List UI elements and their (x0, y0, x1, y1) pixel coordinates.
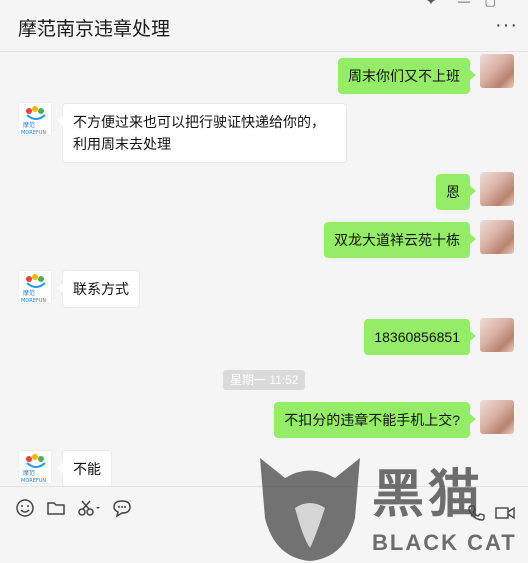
self-avatar[interactable] (480, 54, 514, 88)
message-bubble[interactable]: 双龙大道祥云苑十栋 (324, 222, 476, 258)
message-bubble[interactable]: 联系方式 (57, 270, 140, 308)
emoji-icon[interactable] (14, 497, 36, 519)
message-bubble[interactable]: 不扣分的违章不能手机上交? (274, 402, 476, 438)
video-icon[interactable] (494, 503, 516, 523)
minimize-icon[interactable]: — (458, 0, 470, 8)
scissors-icon[interactable] (76, 497, 104, 519)
self-avatar[interactable] (480, 172, 514, 206)
chat-header: 摩范南京违章处理 ✦ — ▢ ··· (0, 0, 528, 52)
svg-text:摩范: 摩范 (23, 469, 35, 477)
svg-text:MOREFUN: MOREFUN (21, 130, 46, 136)
svg-text:摩范: 摩范 (23, 121, 35, 129)
message-bubble[interactable]: 18360856851 (364, 319, 476, 355)
watermark-english: BLACK CAT (372, 530, 517, 555)
pin-icon[interactable]: ✦ (426, 0, 436, 8)
more-options-button[interactable]: ··· (495, 14, 518, 37)
maximize-icon[interactable]: ▢ (485, 0, 496, 8)
folder-icon[interactable] (45, 497, 67, 519)
message-bubble[interactable]: 不方便过来也可以把行驶证快递给你的，利用周末去处理 (57, 103, 347, 163)
svg-text:MOREFUN: MOREFUN (21, 478, 46, 484)
morefun-logo-icon: 摩范 MOREFUN (19, 103, 51, 136)
message-bubble[interactable]: 不能 (57, 450, 112, 486)
message-bubble[interactable]: 周末你们又不上班 (338, 58, 476, 94)
svg-text:MOREFUN: MOREFUN (21, 298, 46, 304)
message-bubble[interactable]: 恩 (436, 174, 476, 210)
chat-title: 摩范南京违章处理 (18, 19, 171, 40)
self-avatar[interactable] (480, 220, 514, 254)
morefun-logo-icon: 摩范 MOREFUN (19, 451, 51, 484)
merchant-avatar[interactable]: 摩范 MOREFUN (18, 270, 52, 304)
morefun-logo-icon: 摩范 MOREFUN (19, 271, 51, 304)
time-separator: 星期一 11:52 (223, 370, 306, 390)
chat-history-icon[interactable] (111, 497, 133, 519)
merchant-avatar[interactable]: 摩范 MOREFUN (18, 450, 52, 484)
svg-text:摩范: 摩范 (23, 289, 35, 297)
watermark-chinese: 黑猫 (372, 465, 485, 525)
self-avatar[interactable] (480, 400, 514, 434)
merchant-avatar[interactable]: 摩范 MOREFUN (18, 102, 52, 136)
self-avatar[interactable] (480, 318, 514, 352)
message-list[interactable]: 周末你们又不上班 摩范 MOREFUN 不方便过来也可以把行驶证快递给你的，利用… (0, 52, 528, 486)
